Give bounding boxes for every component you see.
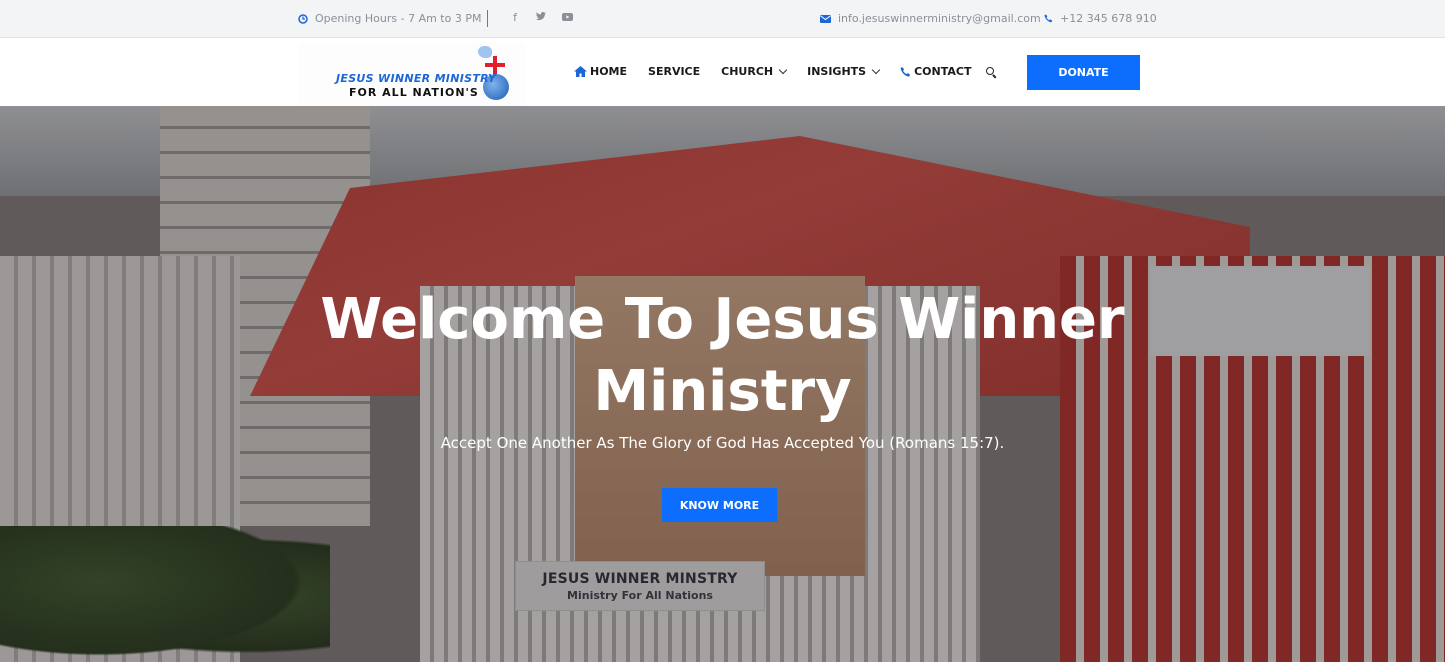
hero-banner: JESUS WINNER MINSTRY Ministry For All Na…: [0, 106, 1445, 662]
phone-text: +12 345 678 910: [1060, 12, 1157, 25]
chevron-down-icon: [871, 65, 881, 75]
main-nav: HOME SERVICE CHURCH INSIGHTS CONTACT: [574, 65, 992, 78]
nav-item-home[interactable]: HOME: [574, 65, 627, 78]
youtube-icon[interactable]: [561, 11, 573, 24]
envelope-icon: [820, 14, 831, 23]
hero-title-line-1: Welcome To Jesus Winner: [320, 287, 1125, 352]
email-text: info.jesuswinnerministry@gmail.com: [838, 12, 1041, 25]
main-header: JESUS WINNER MINISTRY FOR ALL NATION'S H…: [0, 38, 1445, 106]
logo-line-1: JESUS WINNER MINISTRY: [336, 72, 497, 85]
logo-line-2: FOR ALL NATION'S: [349, 86, 479, 99]
phone-icon: [1044, 14, 1053, 23]
know-more-button[interactable]: KNOW MORE: [662, 488, 777, 522]
clock-icon: [298, 13, 308, 24]
nav-item-insights[interactable]: INSIGHTS: [807, 65, 881, 78]
hero-subtitle: Accept One Another As The Glory of God H…: [440, 434, 1005, 452]
nav-item-service[interactable]: SERVICE: [648, 65, 700, 78]
nav-label-contact: CONTACT: [914, 65, 972, 78]
phone-icon: [900, 66, 911, 77]
nav-label-insights: INSIGHTS: [807, 65, 867, 78]
social-links: f: [509, 11, 573, 24]
facebook-icon[interactable]: f: [509, 11, 521, 24]
nav-label-home: HOME: [590, 65, 628, 78]
hero-title: Welcome To Jesus Winner Ministry: [0, 284, 1445, 428]
hero-title-line-2: Ministry: [593, 359, 852, 424]
opening-hours-text: Opening Hours - 7 Am to 3 PM: [315, 12, 482, 25]
twitter-icon[interactable]: [535, 11, 547, 24]
chevron-down-icon: [778, 65, 788, 75]
nav-item-contact[interactable]: CONTACT: [900, 65, 971, 78]
nav-label-service: SERVICE: [648, 65, 701, 78]
top-bar: Opening Hours - 7 Am to 3 PM f info.jesu…: [0, 0, 1445, 38]
search-icon[interactable]: [986, 67, 997, 79]
nav-item-church[interactable]: CHURCH: [721, 65, 788, 78]
nav-label-church: CHURCH: [721, 65, 774, 78]
topbar-divider: [487, 10, 488, 27]
email-contact[interactable]: info.jesuswinnerministry@gmail.com: [820, 12, 1041, 25]
phone-contact[interactable]: +12 345 678 910: [1044, 12, 1157, 25]
opening-hours: Opening Hours - 7 Am to 3 PM: [298, 12, 481, 25]
donate-button[interactable]: DONATE: [1027, 55, 1140, 90]
home-icon: [574, 66, 587, 77]
site-logo[interactable]: JESUS WINNER MINISTRY FOR ALL NATION'S: [298, 42, 526, 106]
